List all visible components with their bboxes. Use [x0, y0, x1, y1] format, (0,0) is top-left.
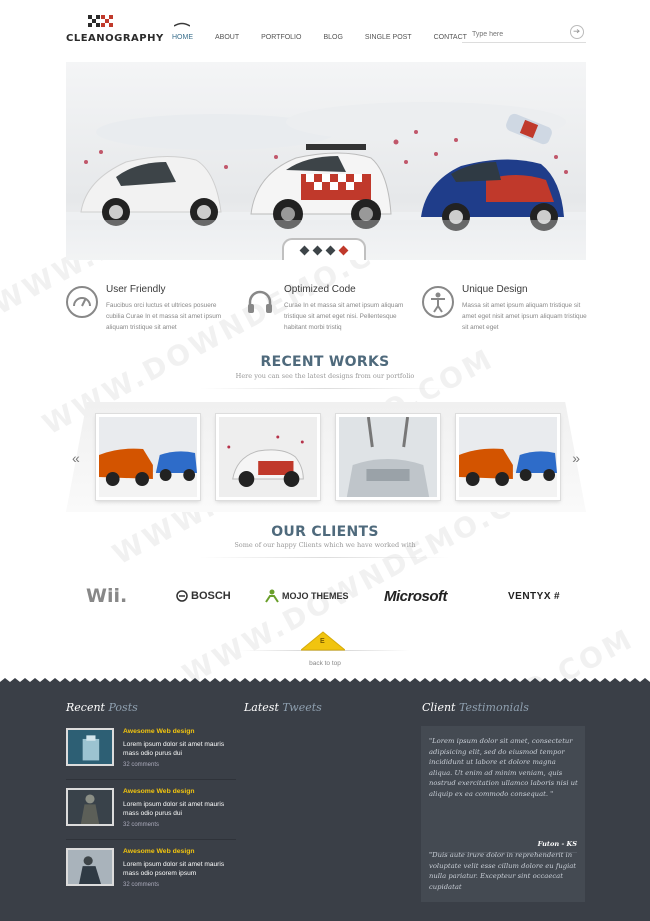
recent-posts-heading: Recent Posts [66, 701, 138, 714]
our-clients-subtitle: Some of our happy Clients which we have … [234, 541, 416, 549]
client-logo-ventyx[interactable]: VENTYX # [508, 582, 560, 610]
post-comments-count[interactable]: 32 comments [123, 882, 159, 888]
recent-post-item[interactable]: Awesome Web design Lorem ipsum dolor sit… [66, 788, 236, 834]
testimonial-quote: "Duis aute irure dolor in reprehenderit … [429, 851, 577, 891]
nav-portfolio[interactable]: PORTFOLIO [261, 34, 301, 41]
site-header: CLEANOGRAPHY HOME ABOUT PORTFOLIO BLOG S… [0, 0, 650, 58]
back-to-top-badge: E [320, 638, 325, 645]
back-to-top-link[interactable]: back to top [0, 660, 650, 667]
post-title[interactable]: Awesome Web design [123, 728, 195, 735]
recent-post-item[interactable]: Awesome Web design Lorem ipsum dolor sit… [66, 848, 236, 894]
recent-works-subtitle: Here you can see the latest designs from… [235, 372, 415, 380]
feature-text: Massa sit amet ipsum aliquam tristique s… [462, 302, 587, 331]
testimonial-quote: "Lorem ipsum dolor sit amet, consectetur… [429, 737, 578, 798]
client-logo-microsoft[interactable]: Microsoft [384, 582, 448, 610]
nav-single-post[interactable]: SINGLE POST [365, 34, 412, 41]
client-logo-text: Wii. [86, 585, 128, 607]
nav-about[interactable]: ABOUT [215, 34, 239, 41]
post-divider [66, 779, 236, 780]
heading-light: Tweets [282, 701, 322, 714]
feature-text: Curae In et massa sit amet ipsum aliquam… [284, 302, 404, 331]
client-logo-text: Microsoft [384, 587, 448, 605]
post-thumbnail-image [66, 848, 114, 886]
post-excerpt: Lorem ipsum dolor sit amet mauris mass o… [123, 801, 225, 817]
client-logo-text: MOJO THEMES [282, 591, 349, 601]
client-logo-mojo-themes[interactable]: MOJO THEMES [264, 582, 349, 610]
portfolio-item[interactable] [336, 414, 440, 500]
testimonial-author: Futon - KS [537, 840, 577, 848]
feature-title: Unique Design [462, 284, 528, 295]
post-comments-count[interactable]: 32 comments [123, 762, 159, 768]
latest-tweets-heading: Latest Tweets [244, 701, 322, 714]
slider-pagination [282, 238, 366, 260]
arrow-right-icon [573, 29, 580, 34]
heading-light: Posts [108, 701, 138, 714]
truck-thumbnail-image [99, 417, 197, 497]
accessibility-icon [422, 286, 454, 318]
heading-bold: Latest [244, 701, 279, 714]
portfolio-carousel: « » [66, 402, 586, 512]
client-logo-wii[interactable]: Wii. [86, 582, 127, 610]
site-logo[interactable]: CLEANOGRAPHY [66, 14, 163, 46]
hero-slider [66, 62, 586, 260]
active-nav-marker-icon [174, 22, 190, 27]
search-box [462, 23, 586, 44]
feature-title: Optimized Code [284, 284, 356, 295]
search-input[interactable] [462, 25, 562, 44]
testimonials-heading: Client Testimonials [422, 701, 529, 714]
recent-works-title: RECENT WORKS [260, 354, 390, 370]
carousel-prev-button[interactable]: « [72, 450, 80, 466]
heading-bold: Client [422, 701, 456, 714]
mojo-figure-icon [265, 589, 279, 603]
search-submit-button[interactable] [570, 25, 584, 39]
post-thumbnail-image [66, 728, 114, 766]
our-clients-title: OUR CLIENTS [271, 524, 379, 540]
portfolio-item[interactable] [216, 414, 320, 500]
heading-light: Testimonials [458, 701, 529, 714]
rally-thumbnail-image [219, 417, 317, 497]
client-logo-text: VENTYX [508, 590, 552, 602]
post-excerpt: Lorem ipsum dolor sit amet mauris mass o… [123, 861, 225, 877]
truck-thumbnail-image [459, 417, 557, 497]
recent-post-item[interactable]: Awesome Web design Lorem ipsum dolor sit… [66, 728, 236, 774]
testimonial-box: "Lorem ipsum dolor sit amet, consectetur… [421, 726, 585, 902]
bosch-emblem-icon [176, 590, 188, 602]
back-to-top-button[interactable]: E [299, 630, 347, 652]
nav-home[interactable]: HOME [172, 34, 193, 41]
divider [200, 557, 450, 558]
post-title[interactable]: Awesome Web design [123, 848, 195, 855]
feature-unique-design: Unique Design Massa sit amet ipsum aliqu… [422, 284, 587, 344]
hash-icon: # [554, 590, 560, 602]
speedometer-icon [66, 286, 98, 318]
brand-name: CLEANOGRAPHY [66, 33, 164, 44]
carousel-next-button[interactable]: » [572, 450, 580, 466]
headphones-icon [244, 286, 276, 318]
nav-blog[interactable]: BLOG [323, 34, 342, 41]
main-nav: HOME ABOUT PORTFOLIO BLOG SINGLE POST CO… [172, 34, 489, 41]
portfolio-item[interactable] [96, 414, 200, 500]
feature-title: User Friendly [106, 284, 166, 295]
client-logos: Wii. BOSCH MOJO THEMES Microsoft VENTYX … [66, 582, 586, 612]
heading-bold: Recent [66, 701, 105, 714]
feature-text: Faucibus orci luctus et ultrices posuere… [106, 302, 222, 331]
car-front-thumbnail-image [339, 417, 437, 497]
zigzag-edge [0, 678, 650, 686]
checkered-flags-icon [88, 15, 113, 27]
post-thumbnail-image [66, 788, 114, 826]
post-excerpt: Lorem ipsum dolor sit amet mauris mass o… [123, 741, 225, 757]
feature-optimized-code: Optimized Code Curae In et massa sit ame… [244, 284, 404, 344]
client-logo-bosch[interactable]: BOSCH [176, 582, 231, 610]
slider-dots-icon[interactable] [284, 242, 364, 260]
post-divider [66, 839, 236, 840]
divider [200, 388, 450, 389]
portfolio-item[interactable] [456, 414, 560, 500]
post-title[interactable]: Awesome Web design [123, 788, 195, 795]
feature-user-friendly: User Friendly Faucibus orci luctus et ul… [66, 284, 226, 344]
post-comments-count[interactable]: 32 comments [123, 822, 159, 828]
client-logo-text: BOSCH [191, 590, 231, 602]
